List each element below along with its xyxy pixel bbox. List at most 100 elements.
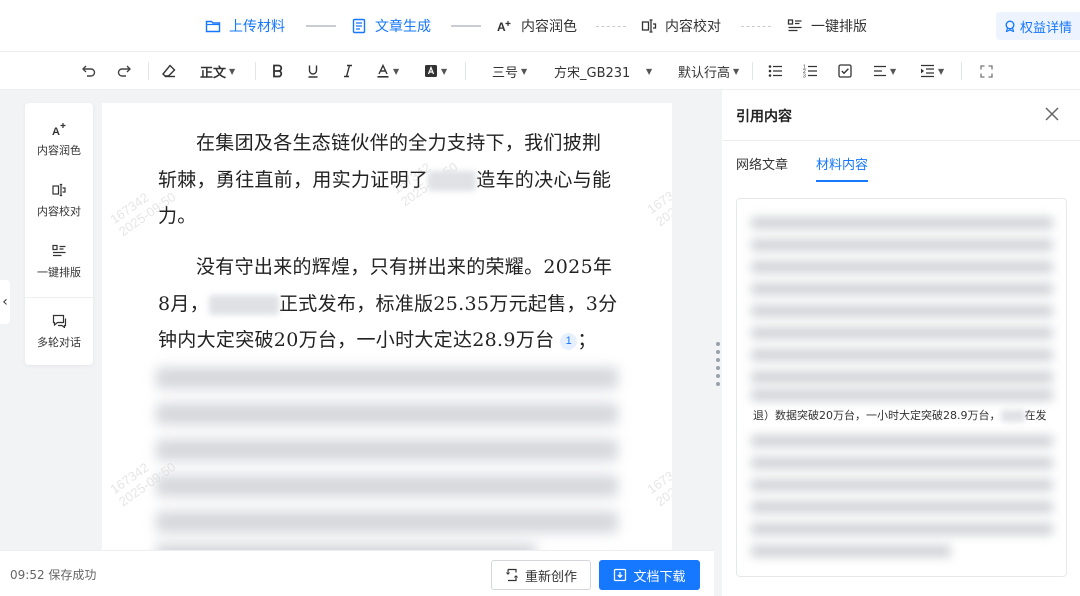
caret-down-icon: ▼ xyxy=(521,66,528,76)
redo-button[interactable] xyxy=(116,52,132,90)
step-connector xyxy=(451,25,481,27)
caret-down-icon: ▼ xyxy=(646,66,653,76)
material-content-box[interactable]: 退）数据突破20万台，一小时大定突破28.9万台， 在发 xyxy=(736,198,1067,577)
close-button[interactable] xyxy=(1042,104,1062,124)
blurred-text-line xyxy=(751,435,1053,447)
line-height-select[interactable]: 默认行高 ▼ xyxy=(678,52,739,90)
article-paragraph[interactable]: 在集团及各生态链伙伴的全力支持下，我们披荆斩棘，勇往直前，用实力证明了 造车的决心… xyxy=(158,125,620,235)
article-paragraph[interactable]: 没有守出来的辉煌，只有拼出来的荣耀。2025年8月， 正式发布，标准版25.35万… xyxy=(158,249,620,359)
numbered-list-button[interactable]: 123 xyxy=(803,52,818,90)
step-label: 内容校对 xyxy=(665,19,721,35)
underline-icon xyxy=(308,65,318,78)
bold-button[interactable] xyxy=(271,52,285,90)
clear-format-button[interactable] xyxy=(161,52,177,90)
save-status: 09:52 保存成功 xyxy=(10,567,97,582)
side-tool-content-polish[interactable]: A 内容润色 xyxy=(25,111,93,167)
checkbox-icon xyxy=(838,64,852,78)
blurred-text-line xyxy=(751,239,1053,251)
status-bar: 09:52 保存成功 重新创作 文档下载 xyxy=(0,550,714,596)
bullet-list-button[interactable] xyxy=(768,52,783,90)
side-tool-one-click-layout[interactable]: 一键排版 xyxy=(25,233,93,289)
step-connector xyxy=(741,26,771,27)
step-content-polish[interactable]: A 内容润色 xyxy=(497,0,577,52)
side-tool-multi-turn-chat[interactable]: 多轮对话 xyxy=(25,303,93,359)
chat-icon xyxy=(52,313,67,329)
watermark: 1673422025-09:50 xyxy=(644,459,672,510)
blurred-text-line xyxy=(751,523,1053,535)
step-upload-materials[interactable]: 上传材料 xyxy=(205,0,285,52)
step-article-generation[interactable]: 文章生成 xyxy=(351,0,431,52)
tab-material-content[interactable]: 材料内容 xyxy=(816,154,868,173)
step-label: 文章生成 xyxy=(375,19,431,35)
regenerate-button[interactable]: 重新创作 xyxy=(491,560,591,590)
side-tool-content-proofread[interactable]: 内容校对 xyxy=(25,172,93,228)
step-label: 一键排版 xyxy=(811,19,867,35)
font-size-select[interactable]: 三号 ▼ xyxy=(492,52,527,90)
blurred-text-line xyxy=(751,283,1053,295)
rights-details-button[interactable]: 权益详情 xyxy=(995,12,1080,40)
chevron-left-icon: ‹ xyxy=(2,294,8,310)
paragraph-style-select[interactable]: 正文 ▼ xyxy=(200,52,235,90)
bullet-list-icon xyxy=(768,65,782,77)
undo-button[interactable] xyxy=(81,52,97,90)
toolbar-divider xyxy=(148,62,149,80)
collapse-left-button[interactable]: ‹ xyxy=(0,280,10,324)
blurred-text-line xyxy=(751,389,1053,401)
line-height-value: 默认行高 xyxy=(678,65,731,81)
blurred-text-line xyxy=(751,261,1053,273)
italic-button[interactable] xyxy=(341,52,355,90)
font-family-value: 方宋_GB2312 xyxy=(554,65,630,81)
step-bar: 上传材料 文章生成 A 内容润色 内容校对 一键排版 权益详情 xyxy=(0,0,1080,52)
watermark: 1673422025-09:50 xyxy=(644,179,672,230)
side-tools-divider xyxy=(25,297,93,298)
font-family-select[interactable]: 方宋_GB2312 ▼ xyxy=(554,52,656,90)
step-label: 内容润色 xyxy=(521,19,577,35)
highlight-color-select[interactable]: ▼ xyxy=(424,52,447,90)
checklist-button[interactable] xyxy=(838,52,852,90)
text-polish-icon: A xyxy=(497,18,513,34)
blurred-text-line xyxy=(751,349,1053,361)
layout-icon xyxy=(51,243,67,259)
undo-icon xyxy=(82,65,96,77)
indent-icon xyxy=(921,64,934,78)
download-document-button[interactable]: 文档下载 xyxy=(599,560,700,590)
caret-down-icon: ▼ xyxy=(938,66,945,76)
indent-select[interactable]: ▼ xyxy=(920,52,944,90)
panel-resize-handle[interactable] xyxy=(714,90,722,596)
redacted-text xyxy=(209,294,279,315)
side-tool-label: 内容校对 xyxy=(37,204,81,218)
caret-down-icon: ▼ xyxy=(393,66,400,76)
grip-dot xyxy=(716,374,720,378)
grip-dot xyxy=(716,382,720,386)
caret-down-icon: ▼ xyxy=(229,66,236,76)
formatting-toolbar: 正文▼ ▼ ▼ 三号▼ 方宋_GB2312▼ 默认行高▼ 123 ▼ ▼ xyxy=(0,52,1080,90)
document-icon xyxy=(351,18,367,34)
document-page[interactable]: 1673422025-09:50 1673422025-09:50 167342… xyxy=(102,103,672,550)
fullscreen-icon xyxy=(980,64,993,78)
underline-button[interactable] xyxy=(306,52,320,90)
panel-title: 引用内容 xyxy=(736,109,792,125)
side-tools-panel: A 内容润色 内容校对 一键排版 多轮对话 xyxy=(25,103,93,365)
text-align-select[interactable]: ▼ xyxy=(873,52,896,90)
fullscreen-button[interactable] xyxy=(980,52,993,90)
bold-icon xyxy=(273,64,283,78)
citation-badge[interactable]: 1 xyxy=(560,332,578,350)
download-label: 文档下载 xyxy=(633,569,686,585)
caret-down-icon: ▼ xyxy=(441,66,448,76)
svg-text:A: A xyxy=(52,126,60,136)
blurred-text-line xyxy=(156,543,536,550)
step-one-click-layout[interactable]: 一键排版 xyxy=(787,0,867,52)
font-color-select[interactable]: ▼ xyxy=(376,52,399,90)
caret-down-icon: ▼ xyxy=(733,66,740,76)
font-color-icon xyxy=(377,64,389,78)
blurred-text-line xyxy=(156,367,618,389)
step-content-proofread[interactable]: 内容校对 xyxy=(641,0,721,52)
citation-panel: 引用内容 网络文章 材料内容 退）数据突破20万台，一小时大定突破28.9万台，… xyxy=(722,90,1080,596)
highlight-icon xyxy=(425,65,437,77)
blurred-text-line xyxy=(751,545,951,557)
blurred-text-line xyxy=(156,439,618,461)
grip-dot xyxy=(716,358,720,362)
highlighted-citation-text: 退）数据突破20万台，一小时大定突破28.9万台， 在发 xyxy=(753,409,1047,422)
blurred-text-line xyxy=(751,479,1053,491)
tab-web-articles[interactable]: 网络文章 xyxy=(736,154,788,173)
